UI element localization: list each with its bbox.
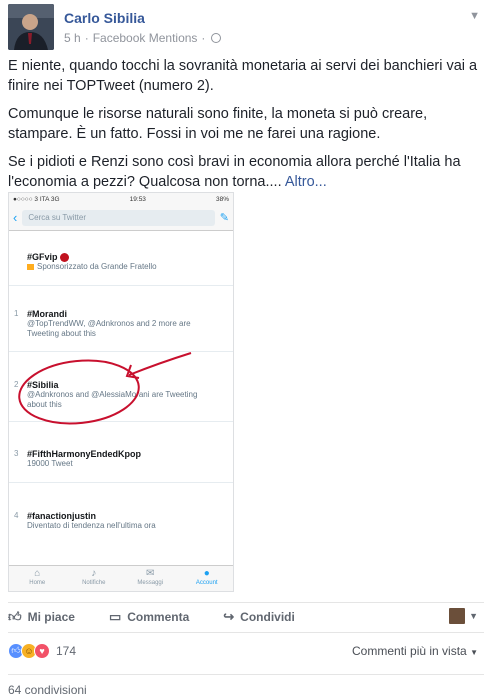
attached-screenshot[interactable]: ●○○○○ 3 ITA 3G 19:53 38% ‹ Cerca su Twit… [8,192,234,592]
tab-messaggi: ✉ Messaggi [122,566,179,591]
post-time[interactable]: 5 h [64,31,81,45]
bell-icon: ♪ [91,568,97,579]
reaction-count[interactable]: 174 [56,644,76,658]
post-app[interactable]: Facebook Mentions [93,31,198,45]
comment-button[interactable]: ▭ Commenta [109,609,189,625]
home-icon: ⌂ [34,568,41,579]
twitter-tab-bar: ⌂ Home ♪ Notifiche ✉ Messaggi ● Account [9,565,234,591]
viewer-avatar [449,608,466,624]
comments-order-dropdown[interactable]: Commenti più in vista ▼ [352,644,478,658]
post-meta: 5 h · Facebook Mentions · [64,31,222,45]
shares-count[interactable]: 64 condivisioni [8,674,484,697]
thumbs-up-icon: 👍︎ [8,608,22,624]
post-header: Carlo Sibilia 5 h · Facebook Mentions · … [8,4,484,50]
author-name[interactable]: Carlo Sibilia [64,10,145,26]
chevron-down-icon: ▼ [469,611,478,621]
love-reaction-icon[interactable]: ♥ [34,642,50,659]
like-button[interactable]: 👍︎ Mi piace [8,609,75,625]
reactions-bar: 👍︎ ☺ ♥ 174 Commenti più in vista ▼ [8,632,484,668]
author-avatar[interactable] [8,4,54,50]
tab-account: ● Account [179,566,234,591]
tab-notifiche: ♪ Notifiche [66,566,123,591]
post-paragraph: Comunque le risorse naturali sono finite… [8,106,428,142]
globe-icon [211,33,222,43]
person-icon: ● [203,568,210,579]
post-text: E niente, quando tocchi la sovranità mon… [8,56,484,200]
meta-separator: · [84,31,89,45]
share-icon: ↪ [223,608,235,624]
see-more-link[interactable]: Altro... [285,174,327,190]
tab-home: ⌂ Home [9,566,66,591]
comment-icon: ▭ [108,608,122,624]
chevron-down-icon[interactable]: ▼ [469,10,480,22]
viewer-avatar-selector[interactable]: ▼ [449,608,478,624]
post-paragraph: Se i pidioti e Renzi sono così bravi in … [8,154,461,190]
red-circle-annotation [18,352,192,425]
share-button[interactable]: ↪ Condividi [223,609,295,625]
mail-icon: ✉ [146,568,155,579]
post-paragraph: E niente, quando tocchi la sovranità mon… [8,58,478,94]
post-actions: 👍︎ Mi piace ▭ Commenta ↪ Condividi ▼ [8,602,484,630]
meta-separator: · [201,31,206,45]
chevron-down-icon: ▼ [470,647,478,657]
